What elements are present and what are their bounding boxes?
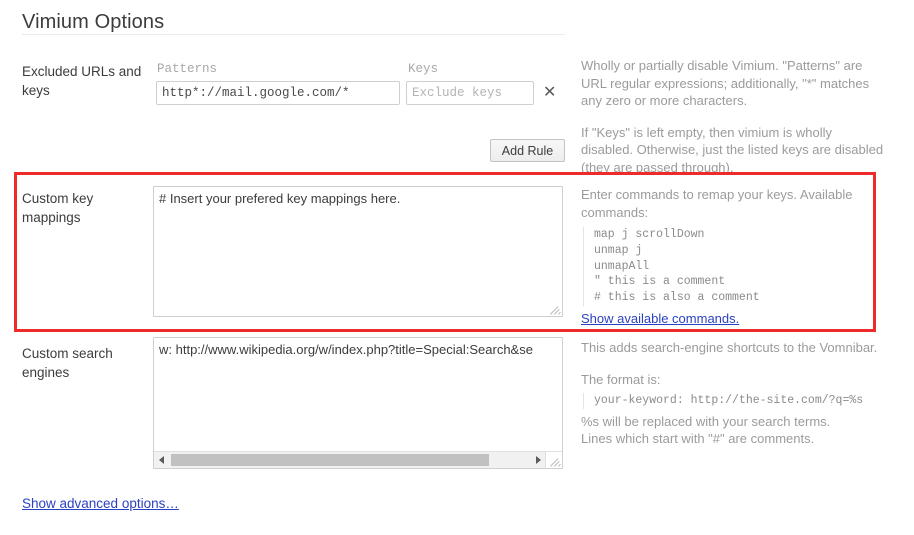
- search-help-paragraph-4: Lines which start with "#" are comments.: [581, 431, 815, 447]
- options-page: Vimium Options Excluded URLs and keys Pa…: [0, 0, 914, 535]
- key-mappings-help-code: map j scrollDown unmap j unmapAll " this…: [583, 227, 886, 306]
- header-divider: [22, 34, 565, 35]
- custom-key-mappings-value: # Insert your prefered key mappings here…: [159, 191, 401, 206]
- search-help-paragraph-3: %s will be replaced with your search ter…: [581, 413, 831, 429]
- scroll-right-arrow-icon[interactable]: [530, 452, 546, 468]
- page-title: Vimium Options: [22, 11, 165, 34]
- patterns-caption: Patterns: [157, 62, 218, 76]
- excluded-urls-label: Excluded URLs and keys: [22, 64, 142, 98]
- resize-grip-icon[interactable]: [549, 303, 561, 315]
- custom-search-engines-value: w: http://www.wikipedia.org/w/index.php?…: [159, 342, 533, 357]
- horizontal-scrollbar[interactable]: [154, 451, 562, 468]
- excluded-help-paragraph-2: If "Keys" is left empty, then vimium is …: [581, 124, 884, 175]
- key-mappings-help-intro: Enter commands to remap your keys. Avail…: [581, 187, 853, 220]
- search-help-code: your-keyword: http://the-site.com/?q=%s: [583, 393, 886, 409]
- search-help-paragraph-2: The format is:: [581, 371, 661, 387]
- keys-caption: Keys: [408, 62, 439, 76]
- show-advanced-options-link[interactable]: Show advanced options…: [22, 496, 179, 511]
- pattern-input[interactable]: [156, 81, 400, 105]
- add-rule-button[interactable]: Add Rule: [490, 139, 565, 162]
- scrollbar-thumb[interactable]: [171, 454, 489, 466]
- custom-key-mappings-help: Enter commands to remap your keys. Avail…: [581, 186, 886, 327]
- remove-rule-icon[interactable]: ✕: [543, 85, 556, 101]
- exclude-keys-input[interactable]: [406, 81, 534, 105]
- excluded-urls-help: Wholly or partially disable Vimium. "Pat…: [581, 57, 886, 176]
- scroll-left-arrow-icon[interactable]: [154, 452, 170, 468]
- scrollbar-track[interactable]: [170, 452, 530, 468]
- excluded-help-paragraph-1: Wholly or partially disable Vimium. "Pat…: [581, 58, 870, 108]
- custom-search-engines-help: This adds search-engine shortcuts to the…: [581, 339, 886, 448]
- custom-search-engines-textarea[interactable]: w: http://www.wikipedia.org/w/index.php?…: [153, 337, 563, 469]
- custom-search-engines-label: Custom search engines: [22, 346, 113, 380]
- custom-key-mappings-label: Custom key mappings: [22, 191, 94, 225]
- custom-key-mappings-textarea[interactable]: # Insert your prefered key mappings here…: [153, 186, 563, 317]
- scrollbar-corner: [545, 452, 562, 468]
- search-help-paragraph-1: This adds search-engine shortcuts to the…: [581, 340, 878, 355]
- show-available-commands-link[interactable]: Show available commands.: [581, 311, 739, 326]
